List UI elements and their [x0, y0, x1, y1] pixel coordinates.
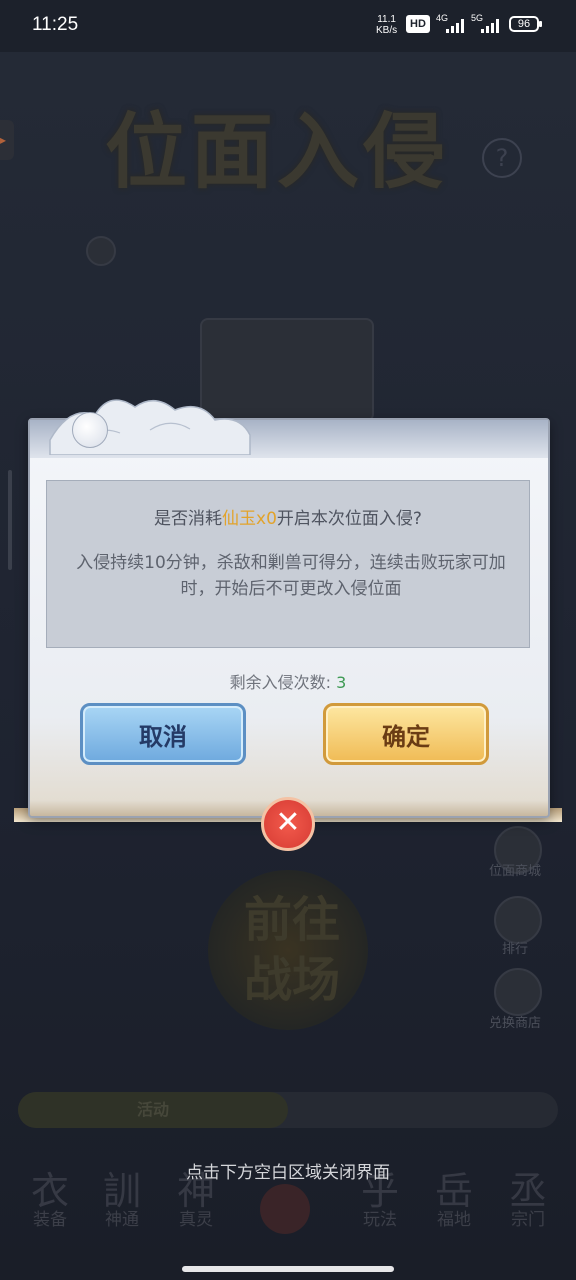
side-item-ranking[interactable]: 排行 [478, 938, 552, 957]
network-speed: 11.1 KB/s [376, 14, 397, 36]
close-hint[interactable]: 点击下方空白区域关闭界面 [0, 1158, 576, 1183]
moon-decoration [72, 412, 108, 448]
signal-4g-icon: 4G [436, 13, 468, 33]
signal-5g-icon: 5G [471, 13, 503, 33]
status-bar: 11:25 11.1 KB/s HD 4G 5G 96 [0, 0, 576, 52]
home-indicator[interactable] [182, 1266, 394, 1272]
cancel-button[interactable]: 取消 [80, 703, 246, 765]
net-speed-value: 11.1 [377, 14, 396, 25]
invasion-description: 入侵持续10分钟，杀敌和剿兽可得分，连续击败玩家可加时，开始后不可更改入侵位面 [76, 553, 506, 599]
go-battle-label: 前往战场 [243, 892, 340, 1008]
confirm-question: 是否消耗仙玉x0开启本次位面入侵? [0, 504, 576, 529]
remaining-label: 剩余入侵次数: [229, 673, 332, 692]
confirm-button[interactable]: 确定 [323, 703, 489, 765]
side-item-shop[interactable]: 位面商城 [478, 860, 552, 879]
ranking-icon[interactable] [494, 896, 542, 944]
nav-gameplay[interactable]: 玩法 [350, 1205, 410, 1230]
nav-equipment[interactable]: 装备 [20, 1205, 80, 1230]
question-icon[interactable]: ? [482, 138, 522, 178]
nav-land[interactable]: 福地 [424, 1205, 484, 1230]
close-icon[interactable]: ✕ [261, 797, 315, 851]
tab-activity[interactable]: 活动 [18, 1092, 288, 1128]
remaining-count: 3 [336, 673, 347, 692]
cloud-decoration [49, 399, 251, 455]
side-item-exchange[interactable]: 兑换商店 [478, 1012, 552, 1031]
hd-badge: HD [406, 15, 430, 33]
nav-close-icon[interactable] [260, 1184, 310, 1234]
battery-icon: 96 [509, 16, 542, 32]
side-expand-tab[interactable]: ▸ [0, 120, 14, 160]
clock: 11:25 [32, 14, 79, 35]
remaining-count-row: 剩余入侵次数: 3 [0, 669, 576, 693]
nav-spirit[interactable]: 真灵 [166, 1205, 226, 1230]
question-cost-item: 仙玉x0 [222, 509, 277, 529]
crossed-swords-icon [86, 236, 116, 266]
exchange-icon[interactable] [494, 968, 542, 1016]
nav-sect[interactable]: 宗门 [498, 1205, 558, 1230]
nav-skill[interactable]: 神通 [92, 1205, 152, 1230]
question-prefix: 是否消耗 [154, 509, 223, 529]
question-suffix: 开启本次位面入侵? [276, 509, 422, 529]
net-speed-unit: KB/s [376, 25, 398, 36]
page-title: 位面入侵 [105, 104, 450, 200]
